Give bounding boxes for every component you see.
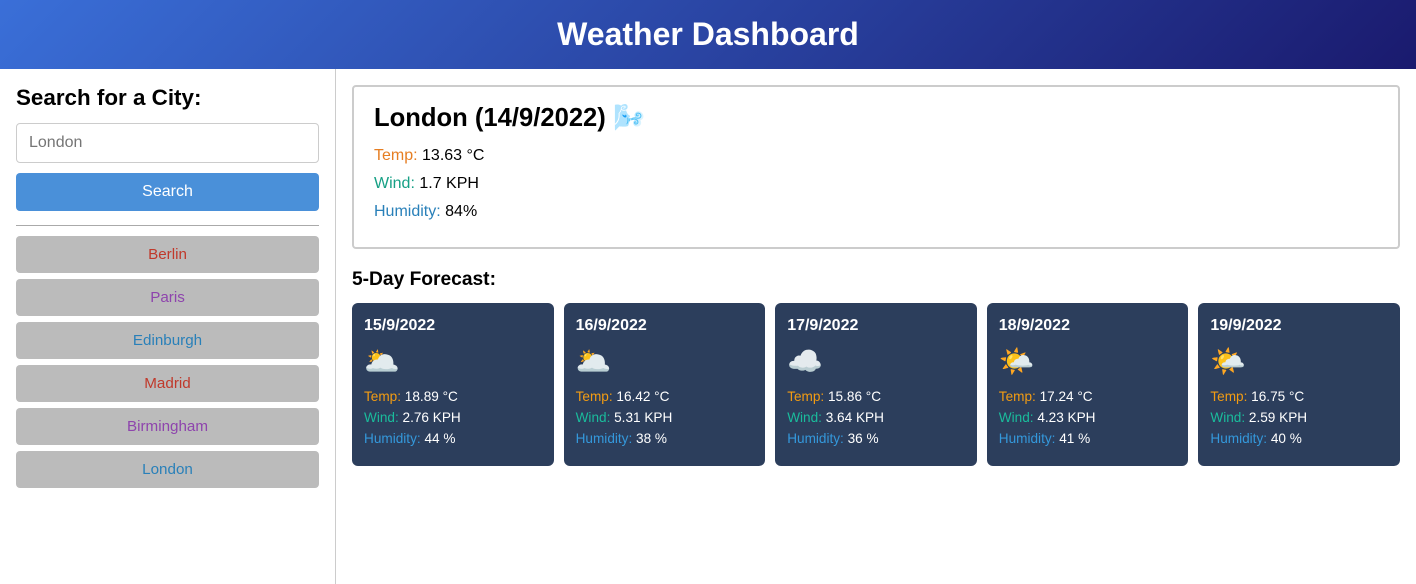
forecast-humidity-label: Humidity: xyxy=(576,431,636,446)
search-input[interactable] xyxy=(16,123,319,163)
wind-value: 1.7 KPH xyxy=(419,175,479,192)
app-title: Weather Dashboard xyxy=(16,16,1400,53)
forecast-temp-value: 17.24 °C xyxy=(1040,389,1093,404)
city-button[interactable]: Madrid xyxy=(16,365,319,402)
forecast-temp-label: Temp: xyxy=(787,389,828,404)
forecast-humidity-label: Humidity: xyxy=(364,431,424,446)
forecast-wind: Wind: 2.59 KPH xyxy=(1210,410,1388,425)
city-button[interactable]: Paris xyxy=(16,279,319,316)
forecast-humidity-value: 38 % xyxy=(636,431,667,446)
main-content: London (14/9/2022) 🌬️ Temp: 13.63 °C Win… xyxy=(336,69,1416,584)
forecast-date: 18/9/2022 xyxy=(999,317,1177,335)
city-button[interactable]: London xyxy=(16,451,319,488)
current-wind: Wind: 1.7 KPH xyxy=(374,175,1378,193)
forecast-humidity: Humidity: 44 % xyxy=(364,431,542,446)
forecast-card: 15/9/2022 🌥️ Temp: 18.89 °C Wind: 2.76 K… xyxy=(352,303,554,466)
forecast-humidity-value: 41 % xyxy=(1059,431,1090,446)
humidity-value: 84% xyxy=(445,203,477,220)
current-humidity: Humidity: 84% xyxy=(374,203,1378,221)
forecast-icon: 🌤️ xyxy=(999,345,1177,379)
forecast-temp-label: Temp: xyxy=(576,389,617,404)
forecast-wind-value: 4.23 KPH xyxy=(1037,410,1095,425)
city-list: Berlin Paris Edinburgh Madrid Birmingham Lond… xyxy=(16,236,319,488)
forecast-temp-value: 18.89 °C xyxy=(405,389,458,404)
current-city-name: London (14/9/2022) xyxy=(374,104,606,132)
forecast-humidity-value: 40 % xyxy=(1271,431,1302,446)
wind-label: Wind: xyxy=(374,175,415,192)
city-button[interactable]: Berlin xyxy=(16,236,319,273)
forecast-humidity: Humidity: 36 % xyxy=(787,431,965,446)
forecast-date: 19/9/2022 xyxy=(1210,317,1388,335)
forecast-temp: Temp: 18.89 °C xyxy=(364,389,542,404)
current-temp: Temp: 13.63 °C xyxy=(374,147,1378,165)
current-weather-icon: 🌬️ xyxy=(613,104,645,132)
app-header: Weather Dashboard xyxy=(0,0,1416,69)
forecast-icon: 🌤️ xyxy=(1210,345,1388,379)
forecast-humidity: Humidity: 40 % xyxy=(1210,431,1388,446)
forecast-temp: Temp: 17.24 °C xyxy=(999,389,1177,404)
forecast-temp-value: 15.86 °C xyxy=(828,389,881,404)
search-button[interactable]: Search xyxy=(16,173,319,211)
forecast-wind: Wind: 5.31 KPH xyxy=(576,410,754,425)
forecast-card: 18/9/2022 🌤️ Temp: 17.24 °C Wind: 4.23 K… xyxy=(987,303,1189,466)
sidebar-divider xyxy=(16,225,319,226)
forecast-wind-label: Wind: xyxy=(364,410,403,425)
forecast-wind-label: Wind: xyxy=(787,410,826,425)
current-city-title: London (14/9/2022) 🌬️ xyxy=(374,103,1378,133)
forecast-humidity-label: Humidity: xyxy=(787,431,847,446)
sidebar: Search for a City: Search Berlin Paris Edi… xyxy=(0,69,336,584)
forecast-title: 5-Day Forecast: xyxy=(352,269,1400,291)
search-section-title: Search for a City: xyxy=(16,85,319,111)
forecast-wind: Wind: 3.64 KPH xyxy=(787,410,965,425)
forecast-humidity: Humidity: 41 % xyxy=(999,431,1177,446)
forecast-wind-value: 2.76 KPH xyxy=(403,410,461,425)
forecast-grid: 15/9/2022 🌥️ Temp: 18.89 °C Wind: 2.76 K… xyxy=(352,303,1400,466)
forecast-wind: Wind: 4.23 KPH xyxy=(999,410,1177,425)
forecast-humidity-label: Humidity: xyxy=(1210,431,1270,446)
forecast-date: 16/9/2022 xyxy=(576,317,754,335)
main-layout: Search for a City: Search Berlin Paris Edi… xyxy=(0,69,1416,584)
city-button[interactable]: Birmingham xyxy=(16,408,319,445)
forecast-temp: Temp: 16.42 °C xyxy=(576,389,754,404)
forecast-temp-value: 16.75 °C xyxy=(1251,389,1304,404)
forecast-icon: 🌥️ xyxy=(364,345,542,379)
forecast-wind-label: Wind: xyxy=(1210,410,1249,425)
forecast-humidity-value: 36 % xyxy=(848,431,879,446)
forecast-date: 15/9/2022 xyxy=(364,317,542,335)
forecast-icon: 🌥️ xyxy=(576,345,754,379)
humidity-label: Humidity: xyxy=(374,203,441,220)
forecast-card: 19/9/2022 🌤️ Temp: 16.75 °C Wind: 2.59 K… xyxy=(1198,303,1400,466)
forecast-wind: Wind: 2.76 KPH xyxy=(364,410,542,425)
forecast-wind-value: 3.64 KPH xyxy=(826,410,884,425)
forecast-temp-label: Temp: xyxy=(1210,389,1251,404)
forecast-temp-label: Temp: xyxy=(364,389,405,404)
current-weather-box: London (14/9/2022) 🌬️ Temp: 13.63 °C Win… xyxy=(352,85,1400,249)
forecast-card: 17/9/2022 ☁️ Temp: 15.86 °C Wind: 3.64 K… xyxy=(775,303,977,466)
forecast-wind-value: 5.31 KPH xyxy=(614,410,672,425)
temp-value: 13.63 °C xyxy=(422,147,484,164)
forecast-temp: Temp: 16.75 °C xyxy=(1210,389,1388,404)
forecast-temp-value: 16.42 °C xyxy=(616,389,669,404)
forecast-wind-label: Wind: xyxy=(999,410,1038,425)
forecast-temp: Temp: 15.86 °C xyxy=(787,389,965,404)
forecast-humidity-value: 44 % xyxy=(424,431,455,446)
forecast-date: 17/9/2022 xyxy=(787,317,965,335)
forecast-humidity-label: Humidity: xyxy=(999,431,1059,446)
forecast-wind-value: 2.59 KPH xyxy=(1249,410,1307,425)
forecast-icon: ☁️ xyxy=(787,345,965,379)
forecast-temp-label: Temp: xyxy=(999,389,1040,404)
forecast-humidity: Humidity: 38 % xyxy=(576,431,754,446)
city-button[interactable]: Edinburgh xyxy=(16,322,319,359)
forecast-card: 16/9/2022 🌥️ Temp: 16.42 °C Wind: 5.31 K… xyxy=(564,303,766,466)
temp-label: Temp: xyxy=(374,147,418,164)
forecast-wind-label: Wind: xyxy=(576,410,615,425)
